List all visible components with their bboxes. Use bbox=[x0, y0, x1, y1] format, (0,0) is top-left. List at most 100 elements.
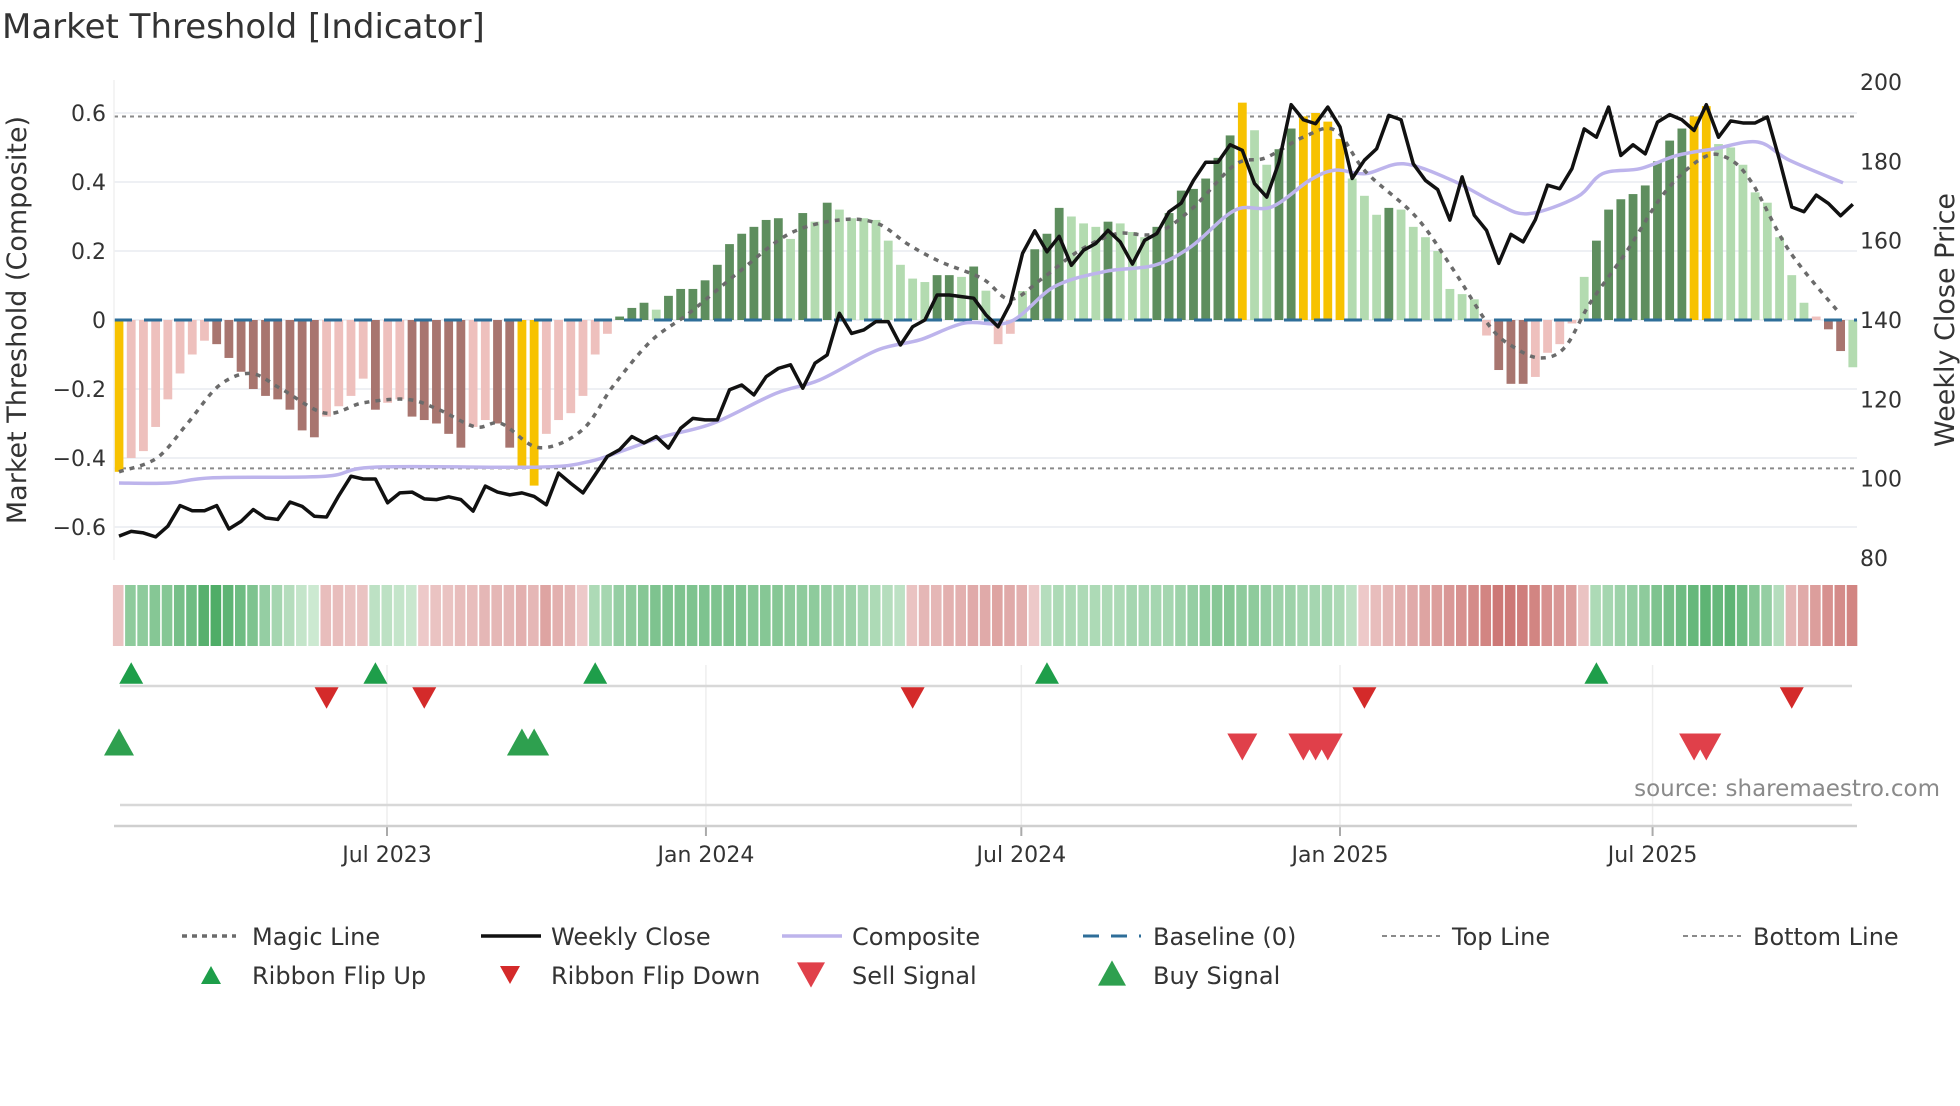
ribbon-cell bbox=[1443, 585, 1455, 646]
buy-signal-marker bbox=[104, 728, 134, 756]
ribbon-flip-down-marker bbox=[412, 687, 437, 709]
ribbon-cell bbox=[613, 585, 625, 646]
ribbon-cell bbox=[869, 585, 881, 646]
composite-bar bbox=[1494, 320, 1504, 371]
ribbon-cell bbox=[344, 585, 356, 646]
ribbon-cell bbox=[747, 585, 759, 646]
ribbon-flip-down-marker bbox=[1779, 687, 1804, 709]
composite-bar bbox=[944, 275, 954, 320]
composite-bar bbox=[615, 316, 625, 320]
ribbon-cell bbox=[161, 585, 173, 646]
composite-bar bbox=[371, 320, 380, 410]
ribbon-cell bbox=[1260, 585, 1272, 646]
ribbon-flip-down-marker bbox=[1352, 687, 1377, 709]
ribbon-flip-up-icon bbox=[201, 966, 221, 984]
ribbon-cell bbox=[662, 585, 673, 646]
ribbon-cell bbox=[1529, 585, 1540, 646]
ribbon-cell bbox=[1211, 585, 1223, 646]
composite-bar bbox=[1298, 116, 1308, 320]
composite-bar bbox=[224, 320, 234, 358]
ribbon-cell bbox=[1626, 585, 1638, 646]
chart-title: Market Threshold [Indicator] bbox=[2, 7, 485, 47]
composite-bar bbox=[1665, 140, 1675, 320]
left-tick-label: −0.2 bbox=[53, 378, 106, 403]
legend-label: Weekly Close bbox=[551, 923, 711, 951]
ribbon-cell bbox=[1346, 585, 1357, 646]
ribbon-cell bbox=[894, 585, 905, 646]
composite-bar bbox=[1225, 135, 1235, 320]
legend-label: Magic Line bbox=[252, 923, 380, 951]
ribbon-cell bbox=[418, 585, 429, 646]
ribbon-cell bbox=[1797, 585, 1809, 646]
composite-bar bbox=[1811, 316, 1821, 320]
ribbon-cell bbox=[1236, 585, 1247, 646]
ribbon-cell bbox=[320, 585, 332, 646]
left-tick-label: 0 bbox=[92, 309, 106, 334]
ribbon-cell bbox=[760, 585, 771, 646]
composite-bar bbox=[1066, 216, 1076, 320]
ribbon-cell bbox=[1419, 585, 1430, 646]
ribbon-cell bbox=[576, 585, 588, 646]
composite-bar bbox=[163, 320, 173, 400]
ribbon-cell bbox=[845, 585, 857, 646]
composite-bar bbox=[1701, 106, 1711, 320]
ribbon-cell bbox=[1285, 585, 1296, 646]
composite-bar bbox=[126, 320, 136, 458]
ribbon-flip-up-marker bbox=[1584, 662, 1609, 684]
composite-bar bbox=[908, 278, 918, 320]
ribbon-cell bbox=[711, 585, 722, 646]
ribbon-cell bbox=[515, 585, 527, 646]
ribbon-cell bbox=[1822, 585, 1833, 646]
left-tick-label: −0.4 bbox=[53, 447, 106, 472]
composite-bar bbox=[1054, 207, 1064, 320]
composite-bar bbox=[1408, 226, 1418, 320]
composite-bar bbox=[151, 320, 161, 427]
composite-bar bbox=[1555, 320, 1565, 345]
composite-bar bbox=[1604, 209, 1614, 320]
ribbon-cell bbox=[1785, 585, 1797, 646]
ribbon-cell bbox=[308, 585, 319, 646]
ribbon-cell bbox=[1394, 585, 1406, 646]
ribbon-cell bbox=[1101, 585, 1113, 646]
composite-bar bbox=[566, 320, 576, 414]
composite-bar bbox=[883, 240, 893, 320]
composite-bar bbox=[810, 221, 820, 320]
composite-bar bbox=[1848, 320, 1858, 368]
composite-bar bbox=[1079, 223, 1088, 320]
composite-bar bbox=[896, 264, 905, 320]
ribbon-cell bbox=[149, 585, 161, 646]
legend-label: Sell Signal bbox=[852, 962, 977, 990]
composite-bar bbox=[834, 209, 844, 320]
ribbon-cell bbox=[637, 585, 649, 646]
composite-bar bbox=[407, 320, 417, 417]
composite-bar bbox=[1592, 240, 1601, 320]
ribbon-cell bbox=[1675, 585, 1687, 646]
ribbon-cell bbox=[381, 585, 393, 646]
ribbon-cell bbox=[625, 585, 637, 646]
ribbon-cell bbox=[1663, 585, 1675, 646]
ribbon-cell bbox=[723, 585, 734, 646]
composite-bar bbox=[248, 320, 258, 389]
ribbon-cell bbox=[1407, 585, 1418, 646]
x-tick-label: Jul 2024 bbox=[975, 843, 1067, 868]
composite-bar bbox=[554, 320, 563, 421]
legend-label: Composite bbox=[852, 923, 980, 951]
right-tick-label: 80 bbox=[1860, 547, 1888, 572]
composite-bar bbox=[505, 320, 515, 448]
composite-bar bbox=[1286, 128, 1296, 320]
ribbon-cell bbox=[821, 585, 832, 646]
ribbon-cell bbox=[857, 585, 869, 646]
composite-bar bbox=[1530, 320, 1540, 377]
legend-label: Ribbon Flip Down bbox=[551, 962, 760, 990]
composite-bar bbox=[1750, 192, 1760, 320]
composite-bar bbox=[578, 320, 588, 396]
ribbon-cell bbox=[1175, 585, 1186, 646]
ribbon-cell bbox=[979, 585, 991, 646]
legend-item-close: Weekly Close bbox=[481, 923, 711, 951]
signal-rows: Jul 2023 Jan 2024 Jul 2024 Jan 2025 Jul 2025 bbox=[104, 662, 1857, 868]
ribbon-cell bbox=[137, 585, 148, 646]
ribbon-cell bbox=[1162, 585, 1174, 646]
ribbon-cell bbox=[1565, 585, 1577, 646]
ribbon-cell bbox=[1736, 585, 1748, 646]
composite-bar bbox=[1677, 128, 1687, 320]
